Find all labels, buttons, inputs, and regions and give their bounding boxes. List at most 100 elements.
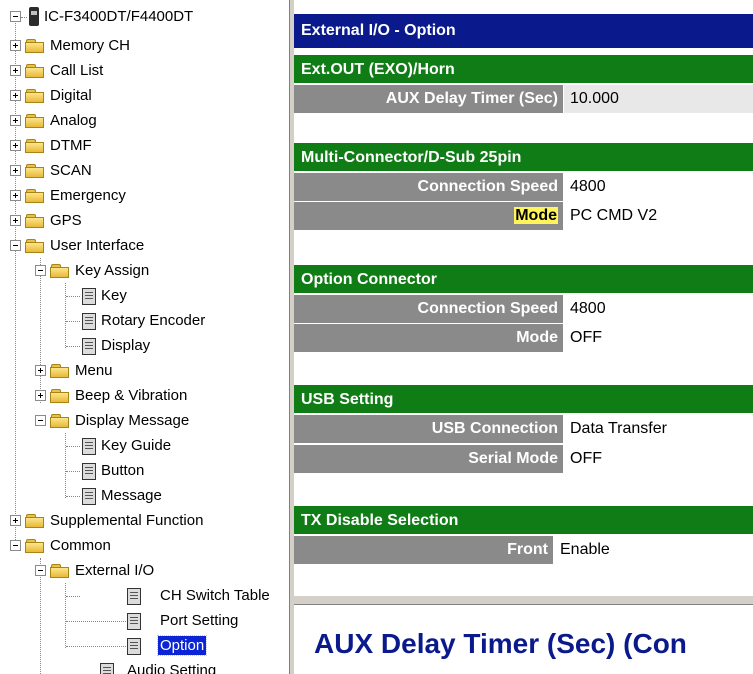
settings-panel: External I/O - Option Ext.OUT (EXO)/Horn…: [294, 0, 753, 674]
tree-node-message[interactable]: Message: [0, 484, 289, 509]
tree-node-call-list[interactable]: Call List: [0, 59, 289, 84]
tree-connector: [66, 621, 126, 622]
tree-node-user-interface[interactable]: User Interface: [0, 234, 289, 259]
tree-node-button[interactable]: Button: [0, 459, 289, 484]
tree-node-gps[interactable]: GPS: [0, 209, 289, 234]
folder-icon: [25, 514, 45, 529]
tree-node-label[interactable]: Message: [99, 486, 164, 505]
tree-node-label[interactable]: Display Message: [73, 411, 191, 430]
tree-node-label[interactable]: DTMF: [48, 136, 94, 155]
tree-node-key[interactable]: Key: [0, 284, 289, 309]
tree-node-supplemental-function[interactable]: Supplemental Function: [0, 509, 289, 534]
tree-node-label[interactable]: Key Guide: [99, 436, 173, 455]
tree-node-port-setting[interactable]: Port Setting: [0, 609, 289, 634]
tree-node-memory-ch[interactable]: Memory CH: [0, 34, 289, 59]
tree-node-label[interactable]: External I/O: [73, 561, 156, 580]
tree-node-audio-setting[interactable]: Audio Setting: [0, 659, 289, 674]
tree-node-scan[interactable]: SCAN: [0, 159, 289, 184]
folder-icon: [25, 114, 45, 129]
tree-node-rotary-encoder[interactable]: Rotary Encoder: [0, 309, 289, 334]
setting-row-multi-mode[interactable]: Mode PC CMD V2: [294, 202, 753, 231]
setting-row-serial-mode[interactable]: Serial Mode OFF: [294, 445, 753, 474]
tree-node-label[interactable]: Memory CH: [48, 36, 132, 55]
collapse-icon[interactable]: [10, 240, 21, 251]
expand-icon[interactable]: [10, 140, 21, 151]
section-header: USB Setting: [294, 385, 753, 414]
usb-connection-field[interactable]: Data Transfer: [563, 415, 753, 443]
expand-icon[interactable]: [10, 115, 21, 126]
expand-icon[interactable]: [10, 40, 21, 51]
tree-node-label[interactable]: Supplemental Function: [48, 511, 205, 530]
tree-node-digital[interactable]: Digital: [0, 84, 289, 109]
tree-node-menu[interactable]: Menu: [0, 359, 289, 384]
tree-node-label[interactable]: Display: [99, 336, 152, 355]
setting-row-option-speed[interactable]: Connection Speed 4800: [294, 295, 753, 324]
tree-node-label[interactable]: Key: [99, 286, 129, 305]
tree-node-label[interactable]: Call List: [48, 61, 105, 80]
tree-node-label[interactable]: Button: [99, 461, 146, 480]
tree-node-label[interactable]: CH Switch Table: [158, 586, 272, 605]
setting-row-multi-speed[interactable]: Connection Speed 4800: [294, 173, 753, 202]
front-field[interactable]: Enable: [553, 536, 753, 564]
mode-field[interactable]: OFF: [563, 324, 753, 352]
setting-row-usb-connection[interactable]: USB Connection Data Transfer: [294, 415, 753, 444]
setting-row-front[interactable]: Front Enable: [294, 536, 753, 565]
tree-node-root[interactable]: IC-F3400DT/F4400DT: [0, 5, 289, 30]
expand-icon[interactable]: [35, 365, 46, 376]
folder-icon: [25, 64, 45, 79]
tree-node-display-message[interactable]: Display Message: [0, 409, 289, 434]
serial-mode-field[interactable]: OFF: [563, 445, 753, 473]
tree-node-common[interactable]: Common: [0, 534, 289, 559]
setting-row-option-mode[interactable]: Mode OFF: [294, 324, 753, 353]
expand-icon[interactable]: [10, 165, 21, 176]
collapse-icon[interactable]: [10, 540, 21, 551]
collapse-icon[interactable]: [35, 265, 46, 276]
folder-icon: [50, 364, 70, 379]
tree-node-label[interactable]: SCAN: [48, 161, 94, 180]
section-header: TX Disable Selection: [294, 506, 753, 535]
tree-node-label[interactable]: Audio Setting: [125, 661, 218, 674]
tree-node-label[interactable]: Analog: [48, 111, 99, 130]
tree-node-label[interactable]: Rotary Encoder: [99, 311, 207, 330]
tree-node-display[interactable]: Display: [0, 334, 289, 359]
panel-title: External I/O - Option: [294, 14, 753, 48]
tree-node-label[interactable]: IC-F3400DT/F4400DT: [42, 7, 195, 26]
expand-icon[interactable]: [10, 190, 21, 201]
expand-icon[interactable]: [10, 65, 21, 76]
tree-node-label[interactable]: Digital: [48, 86, 94, 105]
collapse-icon[interactable]: [35, 415, 46, 426]
tree-node-label[interactable]: Beep & Vibration: [73, 386, 189, 405]
collapse-icon[interactable]: [35, 565, 46, 576]
expand-icon[interactable]: [10, 90, 21, 101]
settings-page-icon: [127, 638, 141, 655]
tree-node-label-selected[interactable]: Option: [156, 635, 208, 656]
expand-icon[interactable]: [35, 390, 46, 401]
settings-tree[interactable]: IC-F3400DT/F4400DT Memory CH Call List D…: [0, 0, 289, 674]
tree-node-label[interactable]: Port Setting: [158, 611, 240, 630]
tree-node-label[interactable]: User Interface: [48, 236, 146, 255]
setting-label: Connection Speed: [294, 295, 563, 323]
tree-node-emergency[interactable]: Emergency: [0, 184, 289, 209]
mode-field[interactable]: PC CMD V2: [563, 202, 753, 230]
tree-node-label[interactable]: Key Assign: [73, 261, 151, 280]
tree-connector: [66, 596, 80, 597]
collapse-icon[interactable]: [10, 11, 21, 22]
tree-node-label[interactable]: Common: [48, 536, 113, 555]
aux-delay-field[interactable]: 10.000: [563, 85, 753, 113]
expand-icon[interactable]: [10, 215, 21, 226]
connection-speed-field[interactable]: 4800: [563, 295, 753, 323]
tree-node-external-io[interactable]: External I/O: [0, 559, 289, 584]
tree-node-label[interactable]: Emergency: [48, 186, 128, 205]
tree-node-analog[interactable]: Analog: [0, 109, 289, 134]
tree-node-dtmf[interactable]: DTMF: [0, 134, 289, 159]
tree-node-label[interactable]: GPS: [48, 211, 84, 230]
setting-row-aux-delay[interactable]: AUX Delay Timer (Sec) 10.000: [294, 85, 753, 114]
tree-node-key-assign[interactable]: Key Assign: [0, 259, 289, 284]
tree-node-beep-vibration[interactable]: Beep & Vibration: [0, 384, 289, 409]
tree-node-option[interactable]: Option: [0, 634, 289, 659]
tree-node-key-guide[interactable]: Key Guide: [0, 434, 289, 459]
expand-icon[interactable]: [10, 515, 21, 526]
tree-node-label[interactable]: Menu: [73, 361, 115, 380]
tree-node-ch-switch-table[interactable]: CH Switch Table: [0, 584, 289, 609]
connection-speed-field[interactable]: 4800: [563, 173, 753, 201]
